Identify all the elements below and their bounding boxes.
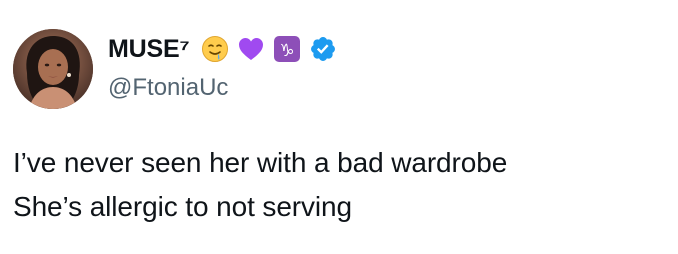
capricorn-emoji-icon: ♑ bbox=[272, 34, 302, 64]
purple-heart-emoji-icon bbox=[236, 34, 266, 64]
drooling-face-emoji-icon bbox=[200, 34, 230, 64]
tweet-card: MUSE⁷ ♑ @FtoniaUc I’ve never seen her wi… bbox=[0, 0, 678, 254]
tweet-header: MUSE⁷ ♑ @FtoniaUc bbox=[108, 31, 338, 111]
user-handle[interactable]: @FtoniaUc bbox=[108, 74, 338, 102]
avatar[interactable] bbox=[13, 29, 93, 109]
tweet-line-1: I’ve never seen her with a bad wardrobe bbox=[13, 147, 508, 178]
display-name[interactable]: MUSE⁷ bbox=[108, 35, 190, 64]
name-row: MUSE⁷ ♑ bbox=[108, 31, 338, 67]
tweet-text: I’ve never seen her with a bad wardrobe … bbox=[13, 141, 507, 229]
tweet-line-2: She’s allergic to not serving bbox=[13, 191, 352, 222]
avatar-photo bbox=[13, 29, 93, 109]
verified-badge-icon[interactable] bbox=[308, 34, 338, 64]
svg-text:♑: ♑ bbox=[279, 41, 294, 61]
